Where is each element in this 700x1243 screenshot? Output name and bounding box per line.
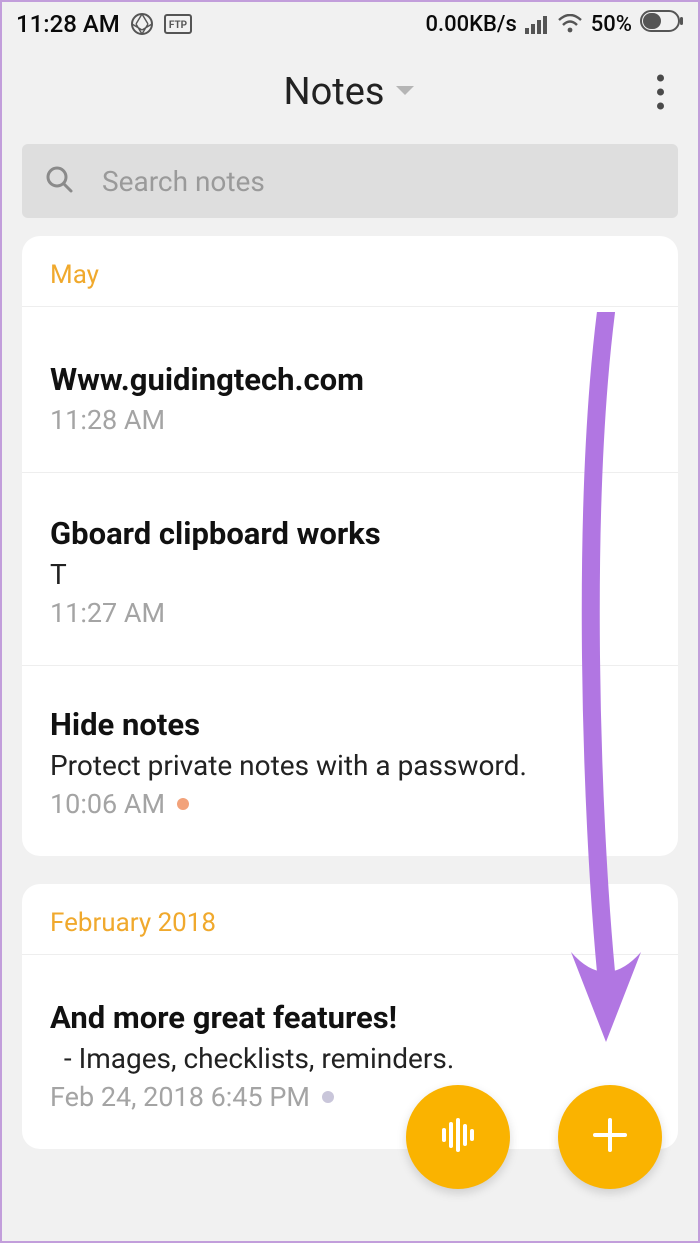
battery-icon [640, 10, 684, 38]
search-bar[interactable] [22, 144, 678, 218]
more-menu-button[interactable] [657, 75, 664, 110]
title-dropdown[interactable]: Notes [284, 70, 417, 114]
note-item[interactable]: Hide notes Protect private notes with a … [22, 666, 678, 856]
section-header: February 2018 [22, 884, 678, 955]
note-title: Gboard clipboard works [50, 515, 650, 552]
note-time: 11:27 AM [50, 597, 165, 629]
signal-icon [525, 14, 549, 34]
note-title: Www.guidingtech.com [50, 361, 650, 398]
more-vertical-icon [657, 75, 664, 82]
waveform-icon [435, 1112, 481, 1162]
note-item[interactable]: Www.guidingtech.com 11:28 AM [22, 307, 678, 473]
fab-row [406, 1085, 662, 1189]
note-subtitle: - Images, checklists, reminders. [50, 1042, 650, 1075]
note-time: Feb 24, 2018 6:45 PM [50, 1081, 310, 1113]
add-note-button[interactable] [558, 1085, 662, 1189]
note-time: 10:06 AM [50, 788, 165, 820]
note-title: Hide notes [50, 706, 650, 743]
chevron-down-icon [394, 83, 416, 102]
search-icon [44, 164, 74, 198]
note-time: 11:28 AM [50, 404, 165, 436]
status-dot-icon [177, 798, 189, 810]
page-title: Notes [284, 70, 385, 114]
status-time: 11:28 AM [16, 10, 120, 38]
note-subtitle: Protect private notes with a password. [50, 749, 650, 782]
svg-text:FTP: FTP [169, 20, 188, 31]
status-dot-icon [322, 1091, 334, 1103]
note-subtitle: T [50, 558, 650, 591]
plus-icon [587, 1112, 633, 1162]
status-network-speed: 0.00KB/s [425, 12, 516, 37]
section-header: May [22, 236, 678, 307]
wifi-icon [557, 14, 583, 34]
status-left: 11:28 AM FTP [16, 10, 192, 38]
status-bar: 11:28 AM FTP 0.00KB/s 50% [2, 2, 698, 46]
note-item[interactable]: Gboard clipboard works T 11:27 AM [22, 473, 678, 666]
search-input[interactable] [102, 165, 656, 198]
status-right: 0.00KB/s 50% [425, 10, 684, 38]
status-battery-pct: 50% [591, 12, 632, 37]
ftp-icon: FTP [164, 14, 192, 34]
voice-note-button[interactable] [406, 1085, 510, 1189]
note-title: And more great features! [50, 999, 650, 1036]
app-header: Notes [2, 46, 698, 138]
aperture-icon [130, 12, 154, 36]
notes-section: May Www.guidingtech.com 11:28 AM Gboard … [22, 236, 678, 856]
